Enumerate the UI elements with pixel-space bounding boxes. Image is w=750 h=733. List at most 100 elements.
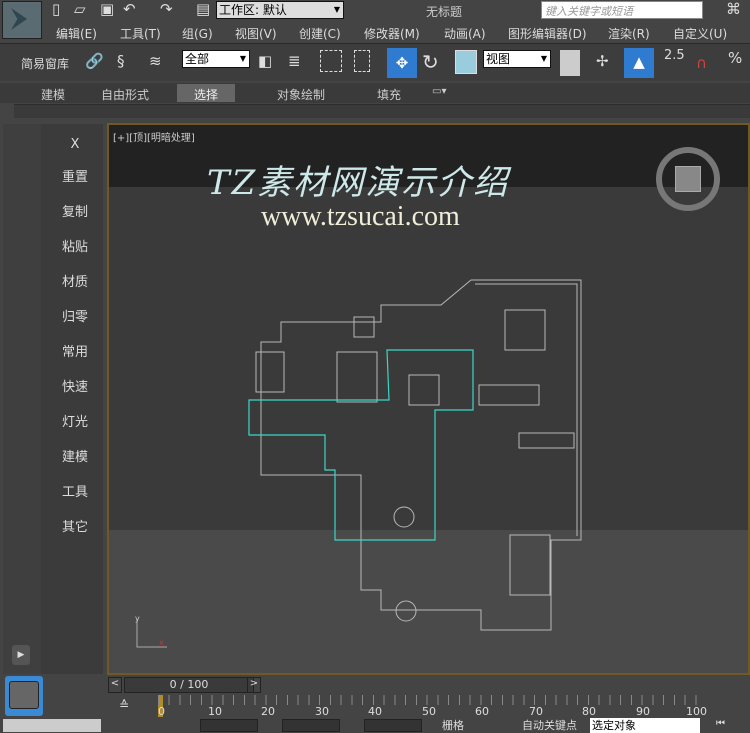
selection-outline [248, 349, 474, 541]
main-toolbar: 简易窗库 🔗 § ≋ 全部 ▼ ◧ ≣ ✥ ↻ 视图 ▼ ✢ ▲ 2.5 ∩ % [0, 43, 750, 81]
workspace-dropdown[interactable]: 工作区: 默认 ▼ [216, 1, 344, 19]
tab-object-paint[interactable]: 对象绘制 [277, 86, 325, 103]
time-slider-thumb[interactable]: 0 / 100 [124, 677, 254, 693]
viewport-label[interactable]: [+][顶][明暗处理] [113, 129, 195, 144]
x-field[interactable] [200, 719, 258, 732]
svg-text:x: x [159, 638, 164, 647]
go-to-start-icon[interactable]: ⏮ [716, 718, 725, 729]
menu-animation[interactable]: 动画(A) [444, 25, 486, 42]
selection-filter-value: 全部 [185, 52, 210, 66]
scale-icon[interactable] [455, 50, 477, 74]
menu-edit[interactable]: 编辑(E) [56, 25, 97, 42]
current-frame: 0 / 100 [169, 678, 209, 691]
command-copy[interactable]: 复制 [55, 201, 95, 220]
window-crossing-icon[interactable] [354, 50, 370, 72]
tick-label: 100 [686, 705, 707, 718]
reference-coord-value: 视图 [486, 52, 511, 66]
reference-coord-dropdown[interactable]: 视图 ▼ [483, 50, 551, 68]
save-icon[interactable]: ▣ [100, 0, 114, 18]
percent-snap-icon[interactable]: % [728, 49, 742, 67]
viewport-top[interactable]: [+][顶][明暗处理] TZ素材网演示介绍 www.tzsucai.com y… [107, 123, 750, 675]
command-common[interactable]: 常用 [55, 341, 95, 360]
tick-label: 10 [208, 705, 222, 718]
command-quick[interactable]: 快速 [55, 376, 95, 395]
menu-create[interactable]: 创建(C) [299, 25, 341, 42]
menu-rendering[interactable]: 渲染(R) [608, 25, 650, 42]
command-material[interactable]: 材质 [55, 271, 95, 290]
menu-bar: 编辑(E) 工具(T) 组(G) 视图(V) 创建(C) 修改器(M) 动画(A… [44, 21, 750, 43]
pivot-icon[interactable] [560, 50, 580, 76]
selected-set-value: 选定对象 [592, 719, 636, 732]
tab-populate[interactable]: 填充 [377, 86, 401, 103]
curve-editor-icon[interactable]: ≙ [119, 698, 129, 712]
menu-graph-editors[interactable]: 图形编辑器(D) [508, 25, 587, 42]
command-close[interactable]: X [55, 137, 95, 152]
time-prev-button[interactable]: < [108, 677, 122, 693]
track-ticks [158, 695, 698, 705]
app-logo-button[interactable] [2, 1, 42, 39]
snap-value[interactable]: 2.5 [664, 48, 685, 63]
tick-label: 80 [582, 705, 596, 718]
z-field[interactable] [364, 719, 422, 732]
tick-label: 70 [529, 705, 543, 718]
tick-label: 90 [636, 705, 650, 718]
watermark-url: www.tzsucai.com [261, 201, 460, 232]
rect-region-icon[interactable] [320, 50, 342, 72]
tab-freeform[interactable]: 自由形式 [101, 86, 149, 103]
tick-label: 60 [475, 705, 489, 718]
rotate-icon[interactable]: ↻ [422, 50, 439, 74]
command-tools[interactable]: 工具 [55, 481, 95, 500]
unlink-icon[interactable]: § [117, 52, 125, 70]
ribbon-tabs: 建模 自由形式 选择 对象绘制 填充 ▭▾ [0, 83, 750, 103]
expand-panel-button[interactable]: ▶ [12, 645, 30, 665]
viewport-layout-button[interactable] [5, 676, 43, 716]
select-by-name-icon[interactable]: ≣ [288, 52, 301, 70]
menu-views[interactable]: 视图(V) [235, 25, 277, 42]
new-file-icon[interactable]: ▯ [52, 0, 60, 18]
command-reset[interactable]: 重置 [55, 166, 95, 185]
tick-label: 30 [315, 705, 329, 718]
track-bar[interactable]: 10 20 30 40 50 60 70 80 90 100 0 [158, 693, 708, 719]
toolbar-label: 简易窗库 [21, 57, 70, 71]
angle-snap-icon[interactable]: ∩ [696, 54, 707, 72]
viewcube-icon[interactable] [656, 147, 720, 211]
tick-label: 20 [261, 705, 275, 718]
undo-icon[interactable]: ↶ [123, 0, 136, 18]
y-field[interactable] [282, 719, 340, 732]
link-icon[interactable]: 🔗 [85, 52, 104, 70]
move-icon[interactable]: ✥ [387, 48, 417, 78]
command-lights[interactable]: 灯光 [55, 411, 95, 430]
selected-set-field[interactable]: 选定对象 [590, 718, 700, 733]
ribbon-options-icon[interactable]: ▭▾ [432, 86, 446, 97]
svg-text:y: y [135, 615, 140, 623]
command-zero[interactable]: 归零 [55, 306, 95, 325]
document-title: 无标题 [426, 5, 463, 19]
tab-selection[interactable]: 选择 [177, 84, 235, 102]
menu-group[interactable]: 组(G) [182, 25, 213, 42]
bind-spacewarp-icon[interactable]: ≋ [149, 52, 162, 70]
project-icon[interactable]: ▤ [196, 0, 210, 18]
menu-tools[interactable]: 工具(T) [120, 25, 161, 42]
keyboard-shortcut-icon[interactable]: ▲ [624, 48, 654, 78]
ribbon-panel [14, 104, 750, 118]
redo-icon[interactable]: ↷ [160, 0, 173, 18]
axis-gizmo-icon: yx [135, 615, 167, 648]
open-file-icon[interactable]: ▱ [74, 0, 86, 18]
menu-modifiers[interactable]: 修改器(M) [364, 25, 420, 42]
grid-label: 栅格 [442, 719, 464, 732]
tab-modeling[interactable]: 建模 [41, 86, 65, 103]
command-modeling[interactable]: 建模 [55, 446, 95, 465]
time-next-button[interactable]: > [247, 677, 261, 693]
command-paste[interactable]: 粘贴 [55, 236, 95, 255]
command-other[interactable]: 其它 [55, 516, 95, 535]
menu-customize[interactable]: 自定义(U) [673, 25, 727, 42]
select-object-icon[interactable]: ◧ [258, 52, 272, 70]
selection-filter-dropdown[interactable]: 全部 ▼ [182, 50, 250, 68]
maxscript-listener[interactable] [3, 719, 101, 732]
search-input[interactable]: 键入关键字或短语 [541, 1, 703, 19]
time-slider[interactable]: < 0 / 100 > [107, 677, 750, 693]
binoculars-icon[interactable]: ⌘ [726, 0, 741, 18]
watermark-title: TZ素材网演示介绍 [207, 163, 510, 203]
auto-key-button[interactable]: 自动关键点 [522, 719, 577, 732]
select-manipulate-icon[interactable]: ✢ [596, 52, 609, 70]
